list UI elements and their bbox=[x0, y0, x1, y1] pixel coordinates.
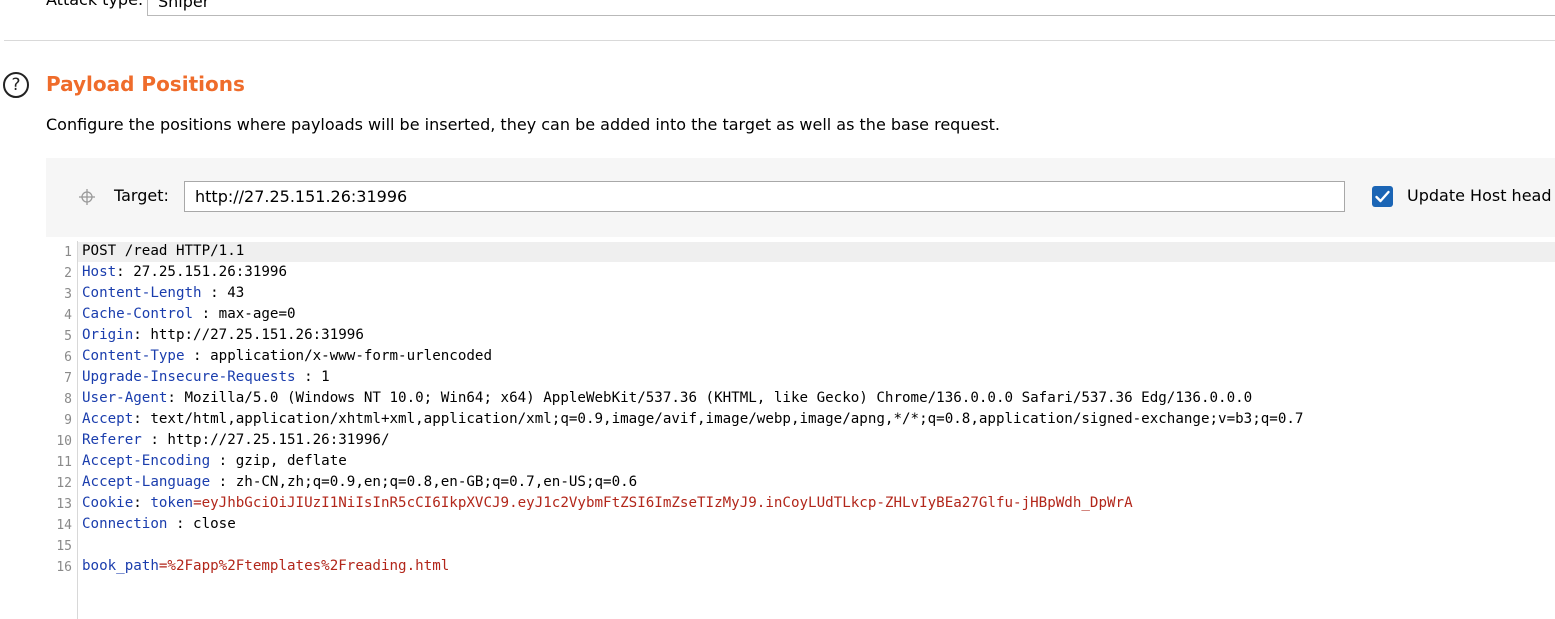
header-name: User-Agent bbox=[82, 390, 168, 406]
header-separator: : bbox=[116, 264, 134, 280]
header-separator: : bbox=[167, 390, 185, 406]
update-host-label: Update Host head bbox=[1407, 186, 1552, 205]
header-value: max-age=0 bbox=[218, 306, 296, 322]
cookie-name: token bbox=[150, 495, 194, 511]
line-number: 16 bbox=[56, 560, 72, 575]
header-name: Accept-Language bbox=[82, 474, 211, 490]
checkmark-icon bbox=[1375, 190, 1390, 203]
line-number: 6 bbox=[64, 350, 72, 365]
header-value: http://27.25.151.26:31996 bbox=[150, 327, 364, 343]
request-line[interactable]: Content-Length : 43 bbox=[82, 285, 244, 301]
header-separator: : bbox=[133, 495, 151, 511]
request-line[interactable]: Accept-Language : zh-CN,zh;q=0.9,en;q=0.… bbox=[82, 474, 637, 490]
section-divider bbox=[4, 40, 1555, 41]
target-url-input[interactable]: http://27.25.151.26:31996 bbox=[184, 181, 1345, 212]
request-line-text: POST /read HTTP/1.1 bbox=[82, 243, 245, 259]
header-value: zh-CN,zh;q=0.9,en;q=0.8,en-GB;q=0.7,en-U… bbox=[235, 474, 638, 490]
header-value: application/x-www-form-urlencoded bbox=[210, 348, 492, 364]
body-param-name: book_path bbox=[82, 558, 159, 574]
header-name: Cache-Control bbox=[82, 306, 194, 322]
header-separator: : bbox=[295, 369, 322, 385]
header-separator: : bbox=[167, 516, 194, 532]
header-name: Accept bbox=[82, 411, 134, 427]
header-name: Origin bbox=[82, 327, 134, 343]
header-separator: : bbox=[184, 348, 211, 364]
header-value: gzip, deflate bbox=[235, 453, 347, 469]
header-separator: : bbox=[133, 327, 151, 343]
line-number: 1 bbox=[64, 245, 72, 260]
request-line[interactable]: Content-Type : application/x-www-form-ur… bbox=[82, 348, 492, 364]
update-host-checkbox[interactable] bbox=[1372, 186, 1393, 207]
body-param-value: =%2Fapp%2Ftemplates%2Freading.html bbox=[158, 558, 450, 574]
header-name: Cookie bbox=[82, 495, 134, 511]
header-separator: : bbox=[210, 474, 236, 490]
header-name: Content-Type bbox=[82, 348, 185, 364]
header-separator: : bbox=[201, 285, 228, 301]
request-line[interactable]: Host: 27.25.151.26:31996 bbox=[82, 264, 287, 280]
line-number: 10 bbox=[56, 434, 72, 449]
line-number: 12 bbox=[56, 476, 72, 491]
header-name: Referer bbox=[82, 432, 142, 448]
header-separator: : bbox=[133, 411, 151, 427]
request-line[interactable]: Cookie: token=eyJhbGciOiJIUzI1NiIsInR5cC… bbox=[82, 495, 1133, 511]
request-line[interactable]: User-Agent: Mozilla/5.0 (Windows NT 10.0… bbox=[82, 390, 1252, 406]
attack-type-select[interactable]: Sniper bbox=[147, 0, 1555, 16]
header-value: 27.25.151.26:31996 bbox=[133, 264, 288, 280]
target-label: Target: bbox=[114, 186, 169, 205]
request-line[interactable]: Cache-Control : max-age=0 bbox=[82, 306, 296, 322]
current-line-highlight bbox=[78, 242, 1555, 262]
line-number: 13 bbox=[56, 497, 72, 512]
header-separator: : bbox=[210, 453, 236, 469]
crosshair-move-icon[interactable] bbox=[79, 189, 95, 205]
attack-type-label: Attack type: bbox=[46, 0, 143, 9]
header-value: http://27.25.151.26:31996/ bbox=[167, 432, 390, 448]
line-number: 3 bbox=[64, 287, 72, 302]
section-title: Payload Positions bbox=[46, 72, 245, 96]
request-line[interactable]: Accept: text/html,application/xhtml+xml,… bbox=[82, 411, 1303, 427]
request-line[interactable]: Origin: http://27.25.151.26:31996 bbox=[82, 327, 364, 343]
line-number: 8 bbox=[64, 392, 72, 407]
header-value: 1 bbox=[321, 369, 330, 385]
header-name: Host bbox=[82, 264, 117, 280]
line-number: 4 bbox=[64, 308, 72, 323]
request-line[interactable]: Upgrade-Insecure-Requests : 1 bbox=[82, 369, 330, 385]
attack-type-row: Attack type: Sniper bbox=[0, 0, 1555, 40]
section-description: Configure the positions where payloads w… bbox=[46, 115, 1001, 134]
header-value: close bbox=[193, 516, 236, 532]
header-separator: : bbox=[193, 306, 219, 322]
header-value: Mozilla/5.0 (Windows NT 10.0; Win64; x64… bbox=[184, 390, 1253, 406]
cookie-value: =eyJhbGciOiJIUzI1NiIsInR5cCI6IkpXVCJ9.ey… bbox=[193, 495, 1133, 511]
line-number: 9 bbox=[64, 413, 72, 428]
request-line[interactable]: Referer : http://27.25.151.26:31996/ bbox=[82, 432, 390, 448]
request-line[interactable]: POST /read HTTP/1.1 bbox=[82, 243, 244, 259]
request-line[interactable]: Connection : close bbox=[82, 516, 236, 532]
line-number: 15 bbox=[56, 539, 72, 554]
question-circle-icon[interactable]: ? bbox=[3, 72, 29, 98]
header-value: 43 bbox=[227, 285, 245, 301]
line-number: 11 bbox=[56, 455, 72, 470]
line-number: 5 bbox=[64, 329, 72, 344]
line-number: 14 bbox=[56, 518, 72, 533]
line-number: 7 bbox=[64, 371, 72, 386]
header-name: Upgrade-Insecure-Requests bbox=[82, 369, 296, 385]
header-separator: : bbox=[141, 432, 168, 448]
request-line[interactable]: book_path=%2Fapp%2Ftemplates%2Freading.h… bbox=[82, 558, 449, 574]
header-name: Connection bbox=[82, 516, 168, 532]
line-number: 2 bbox=[64, 266, 72, 281]
header-value: text/html,application/xhtml+xml,applicat… bbox=[150, 411, 1304, 427]
header-name: Content-Length bbox=[82, 285, 202, 301]
header-name: Accept-Encoding bbox=[82, 453, 211, 469]
request-line[interactable]: Accept-Encoding : gzip, deflate bbox=[82, 453, 347, 469]
